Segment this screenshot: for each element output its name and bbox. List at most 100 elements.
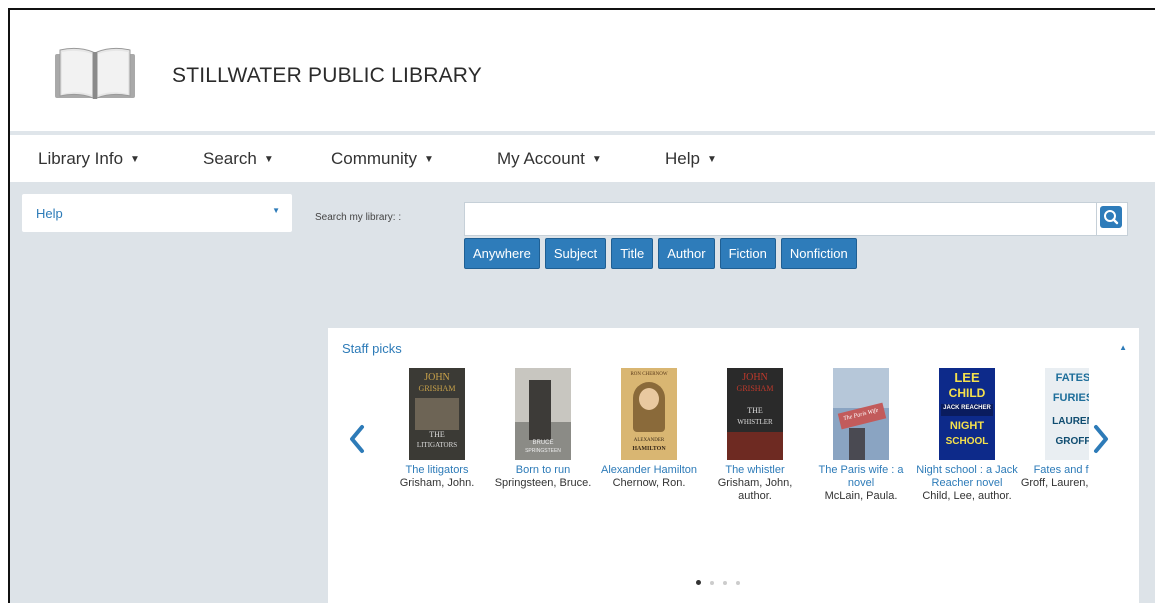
caret-down-icon: ▼ <box>423 154 434 165</box>
book-item: JOHN GRISHAM THE LITIGATORS The litigato… <box>384 368 490 490</box>
site-title[interactable]: STILLWATER PUBLIC LIBRARY <box>172 64 482 88</box>
sidebar-help-dropdown[interactable]: Help ▼ <box>22 194 292 232</box>
carousel-dot[interactable] <box>723 580 727 585</box>
cover-text: SCHOOL <box>945 436 989 447</box>
site-header: STILLWATER PUBLIC LIBRARY <box>10 10 1155 130</box>
book-item: BRUCE SPRINGSTEEN Born to run Springstee… <box>490 368 596 490</box>
filter-subject-button[interactable]: Subject <box>544 238 607 269</box>
cover-text: WHISTLER <box>737 418 773 426</box>
book-cover[interactable]: JOHN GRISHAM THE LITIGATORS <box>409 368 465 460</box>
search-filter-group: Anywhere Subject Title Author Fiction No… <box>464 238 857 269</box>
carousel-dot[interactable] <box>710 580 714 585</box>
carousel-dot[interactable] <box>696 580 701 585</box>
caret-down-icon: ▼ <box>263 154 274 165</box>
main-nav: Library Info ▼ Search ▼ Community ▼ My Acco… <box>10 135 1155 182</box>
cover-art <box>727 432 783 460</box>
cover-text: SPRINGSTEEN <box>525 448 561 454</box>
book-title-link[interactable]: The litigators <box>384 464 490 477</box>
book-cover[interactable]: FATES FURIES LAUREN GROFF <box>1045 368 1089 460</box>
search-input[interactable] <box>464 202 1096 236</box>
cover-text: BRUCE <box>532 440 554 446</box>
book-cover[interactable]: RON CHERNOW ALEXANDER HAMILTON <box>621 368 677 460</box>
book-title-link[interactable]: Born to run <box>490 464 596 477</box>
cover-text: JACK REACHER <box>943 405 991 411</box>
book-cover[interactable]: BRUCE SPRINGSTEEN <box>515 368 571 460</box>
nav-label: Community <box>331 149 417 168</box>
sidebar-dropdown-label: Help <box>36 206 63 221</box>
search-button[interactable] <box>1096 202 1128 236</box>
nav-community[interactable]: Community ▼ <box>331 149 434 169</box>
nav-label: Help <box>665 149 700 168</box>
cover-art <box>415 398 459 430</box>
caret-down-icon: ▼ <box>706 154 717 165</box>
carousel-prev-button[interactable] <box>348 424 366 459</box>
cover-text: ALEXANDER <box>633 438 665 443</box>
staff-picks-title[interactable]: Staff picks <box>342 341 402 356</box>
main-content: Help ▼ Search my library: : Anywhere Sub… <box>10 182 1155 603</box>
book-author: Child, Lee, author. <box>922 490 1012 502</box>
book-title-link[interactable]: The whistler <box>702 464 808 477</box>
cover-text: FATES <box>1055 372 1089 384</box>
cover-text: LEE <box>954 370 980 385</box>
collapse-icon[interactable]: ▲ <box>1119 343 1127 352</box>
book-title-link[interactable]: Alexander Hamilton <box>596 464 702 477</box>
filter-fiction-button[interactable]: Fiction <box>719 238 776 269</box>
staff-picks-panel: Staff picks ▲ JOHN GRISHAM THE LITIGATOR… <box>328 328 1139 603</box>
book-author: Grisham, John, author. <box>717 477 793 502</box>
nav-label: Library Info <box>38 149 124 168</box>
book-title-link[interactable]: The Paris wife : a novel <box>808 464 914 490</box>
filter-title-button[interactable]: Title <box>611 238 654 269</box>
cover-art <box>639 388 659 410</box>
book-author: Chernow, Ron. <box>612 477 686 489</box>
book-item: FATES FURIES LAUREN GROFF Fates and furi… <box>1020 368 1089 490</box>
chevron-right-icon <box>1094 425 1108 453</box>
cover-text: THE <box>747 406 763 415</box>
cover-text: RON CHERNOW <box>630 372 668 377</box>
nav-library-info[interactable]: Library Info ▼ <box>38 149 140 169</box>
cover-text: LITIGATORS <box>416 441 458 449</box>
book-author: Groff, Lauren, author. <box>1020 477 1089 489</box>
cover-text: GROFF <box>1055 436 1090 447</box>
nav-my-account[interactable]: My Account ▼ <box>497 149 602 169</box>
book-item: JOHN GRISHAM THE WHISTLER The whistler G… <box>702 368 808 503</box>
book-carousel: JOHN GRISHAM THE LITIGATORS The litigato… <box>384 368 1089 558</box>
book-author: Grisham, John. <box>399 477 475 489</box>
search-label: Search my library: : <box>315 212 402 223</box>
book-cover[interactable]: LEE CHILD JACK REACHER NIGHT SCHOOL <box>939 368 995 460</box>
cover-text: GRISHAM <box>736 384 774 393</box>
carousel-pagination <box>696 580 740 585</box>
filter-anywhere-button[interactable]: Anywhere <box>464 238 540 269</box>
nav-label: My Account <box>497 149 585 168</box>
book-cover[interactable]: The Paris Wife <box>833 368 889 460</box>
book-item: LEE CHILD JACK REACHER NIGHT SCHOOL Nigh… <box>914 368 1020 503</box>
cover-text: JOHN <box>424 372 450 383</box>
cover-text: HAMILTON <box>632 446 666 452</box>
caret-down-icon: ▼ <box>591 154 602 165</box>
cover-text: CHILD <box>948 386 986 400</box>
carousel-next-button[interactable] <box>1092 424 1110 459</box>
book-item: The Paris Wife The Paris wife : a novel … <box>808 368 914 503</box>
nav-help[interactable]: Help ▼ <box>665 149 717 169</box>
carousel-dot[interactable] <box>736 580 740 585</box>
filter-author-button[interactable]: Author <box>658 238 715 269</box>
cover-text: GRISHAM <box>418 384 456 393</box>
book-author: McLain, Paula. <box>824 490 898 502</box>
book-item: RON CHERNOW ALEXANDER HAMILTON Alexander… <box>596 368 702 490</box>
nav-search[interactable]: Search ▼ <box>203 149 274 169</box>
book-title-link[interactable]: Night school : a Jack Reacher novel <box>914 464 1020 490</box>
cover-text: LAUREN <box>1052 416 1089 427</box>
browser-frame: STILLWATER PUBLIC LIBRARY Library Info ▼ … <box>8 8 1155 603</box>
caret-down-icon: ▼ <box>130 154 140 165</box>
caret-down-icon: ▼ <box>272 206 280 215</box>
cover-text: THE <box>429 430 445 439</box>
cover-art <box>849 428 865 460</box>
book-cover[interactable]: JOHN GRISHAM THE WHISTLER <box>727 368 783 460</box>
chevron-left-icon <box>350 425 364 453</box>
open-book-icon[interactable] <box>52 42 138 106</box>
nav-label: Search <box>203 149 257 168</box>
cover-art <box>529 380 551 440</box>
cover-text: JOHN <box>742 372 768 383</box>
filter-nonfiction-button[interactable]: Nonfiction <box>780 238 857 269</box>
book-title-link[interactable]: Fates and furies <box>1020 464 1089 477</box>
cover-text: NIGHT <box>949 420 985 432</box>
